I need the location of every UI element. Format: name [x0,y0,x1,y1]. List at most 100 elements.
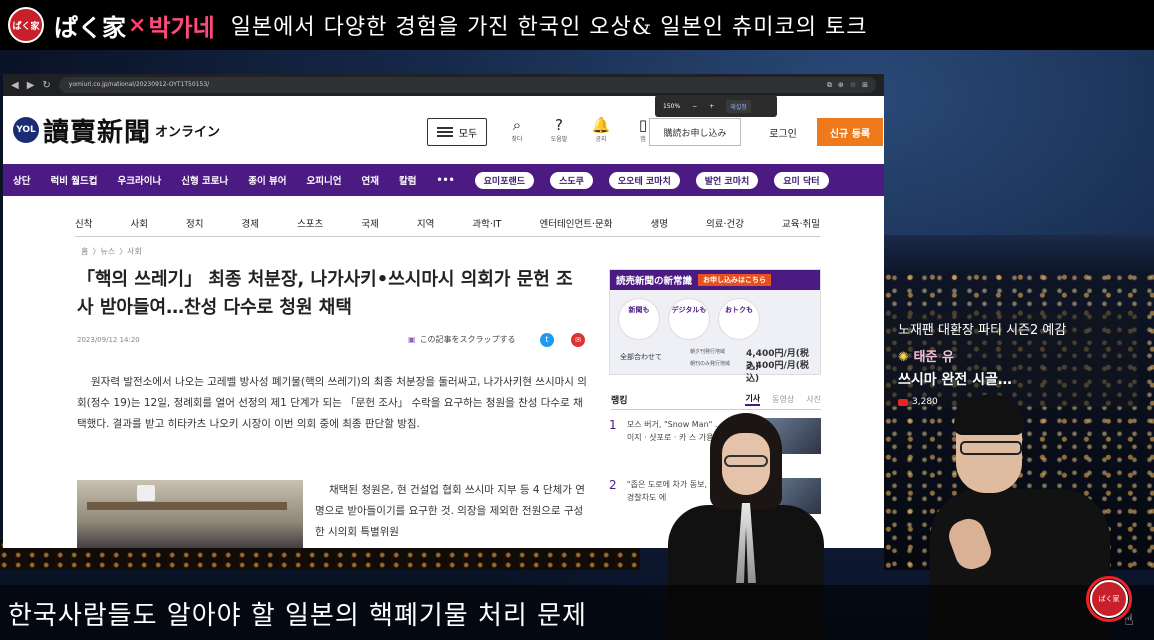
channel-logo-icon: ぱく家 [8,7,44,43]
pill-otekomachi[interactable]: 오오테 코마치 [608,171,680,189]
ad-price-2: 3,400円/月(税込) [746,361,809,384]
article-paragraph-1: 원자력 발전소에서 나오는 고레벨 방사성 폐기물(핵의 쓰레기)의 최종 처분… [77,376,587,430]
breadcrumb-home[interactable]: 홈 [81,246,88,257]
header-icon-group: ⌕ 찾다 ? 도움말 🔔 공지 ▯ 앱 [503,116,657,143]
brand-korean: 박가네 [148,13,215,42]
nav-item-rugby[interactable]: 럭비 월드컵 [50,173,97,187]
category-item[interactable]: 사회 [131,216,148,230]
pill-hatsugen-komachi[interactable]: 발언 코마치 [695,171,759,189]
nav-item-ukraine[interactable]: 우크라이나 [118,173,162,187]
breadcrumb-news[interactable]: 〉뉴스 [92,246,115,257]
search-button[interactable]: ⌕ 찾다 [503,116,531,143]
menu-label: 모두 [458,128,478,140]
nav-more-icon[interactable]: ••• [436,175,454,186]
category-item[interactable]: 국제 [361,216,378,230]
breadcrumb-society[interactable]: 〉사회 [119,246,142,257]
nav-item-opinion[interactable]: 오피니언 [307,173,342,187]
article-date: 2023/09/12 14:20 [77,336,140,344]
category-item[interactable]: 스포츠 [297,216,323,230]
ad-region-label-1: 朝夕刊発行地域 [690,349,726,355]
scrap-icon: ▣ [408,335,416,344]
category-item[interactable]: 과학·IT [472,216,501,230]
zoom-icon[interactable]: ⊕ [838,77,844,93]
zoom-level: 150% [663,102,681,110]
twitter-share-icon[interactable]: t [540,333,554,347]
forward-icon[interactable]: ▶ [27,80,35,91]
category-item[interactable]: 정치 [186,216,203,230]
hand-cursor-icon: ☝ [1124,610,1134,629]
youtube-icon [898,398,908,406]
search-icon: ⌕ [512,116,522,134]
ad-feature-newspaper: 新聞も [618,298,660,340]
promo-title: 노재팬 대환장 파티 시즌2 예감 [898,323,1067,338]
scrap-button[interactable]: ▣ この記事をスクラップする [408,334,516,345]
ad-cta-button[interactable]: お申し込みはこちら [698,274,772,286]
address-bar[interactable]: yomiuri.co.jp/national/20230912-OYT1T501… [58,77,876,93]
zoom-in-button[interactable]: + [709,103,714,110]
tab-photos[interactable]: 사진 [806,394,821,405]
mail-share-icon[interactable]: ✉ [571,333,585,347]
help-icon: ? [555,116,563,134]
subscribe-button[interactable]: 購読お申し込み [649,118,741,146]
pill-sudoku[interactable]: 스도쿠 [550,171,593,189]
all-menu-button[interactable]: 모두 [427,118,487,146]
ad-feature-digital: デジタルも [668,298,710,340]
zoom-out-button[interactable]: − [692,103,697,110]
council-meeting-photo [77,480,303,548]
video-subtitle: 한국사람들도 알아야 할 일본의 핵폐기물 처리 문제 [8,601,587,631]
hamburger-icon [436,127,453,137]
scrap-label: この記事をスクラップする [419,335,516,344]
ad-feature-savings: おトクも [718,298,760,340]
pill-yomiland[interactable]: 요미포랜드 [474,171,535,189]
extension-icon[interactable]: ⊞ [862,77,868,93]
logo-subtitle: オンライン [155,124,221,140]
promo-author: ✺ 태준 유 [898,346,1124,365]
search-label: 찾다 [511,136,523,143]
video-promo-card[interactable]: 노재팬 대환장 파티 시즌2 예감 ✺ 태준 유 쓰시마 완전 시골… 3,28… [884,311,1138,407]
notice-button[interactable]: 🔔 공지 [587,116,615,143]
nav-item-series[interactable]: 연재 [361,173,378,187]
notice-label: 공지 [595,136,607,143]
ad-region-label-2: 朝刊のみ発行地域 [690,361,731,367]
subscription-ad[interactable]: 読売新聞の新常識 お申し込みはこちら 新聞も デジタルも おトクも 全部合わせて… [609,269,821,384]
ad-title: 読売新聞の新常識 [616,276,693,287]
reload-icon[interactable]: ↻ [42,80,50,91]
category-item[interactable]: 생명 [650,216,667,230]
app-label: 앱 [640,136,646,143]
category-nav: 신착 사회 정치 경제 스포츠 국제 지역 과학·IT 엔터테인먼트·문화 생명… [75,209,820,237]
brand-separator: × [128,12,147,38]
promo-subtitle: 쓰시마 완전 시골… [898,372,1012,388]
category-item[interactable]: 경제 [242,216,259,230]
ranking-header: 랭킹 기사 동영상 사진 [611,390,821,410]
article-paragraph-2: 채택된 청원은, 현 건설업 협회 쓰시마 지부 등 4 단체가 연명으로 받아… [315,484,585,538]
login-button[interactable]: 로그인 [755,118,811,146]
nav-item-top[interactable]: 상단 [13,173,30,187]
main-nav: 상단 럭비 월드컵 우크라이나 신형 코로나 종이 뷰어 오피니언 연재 칼럼 … [3,164,884,196]
category-item[interactable]: 엔터테인먼트·문화 [540,216,613,230]
back-icon[interactable]: ◀ [11,80,19,91]
tab-videos[interactable]: 동영상 [772,394,794,405]
translate-icon[interactable]: ⧉ [827,77,832,93]
nav-item-corona[interactable]: 신형 코로나 [181,173,228,187]
breadcrumb: 홈 〉뉴스 〉사회 [81,246,142,257]
brand-japanese: ぱく家 [54,13,126,42]
help-button[interactable]: ? 도움말 [545,116,573,143]
yomiuri-logo[interactable]: 讀賣新聞 [43,112,151,149]
category-item[interactable]: 신착 [75,216,92,230]
pill-yomi-doctor[interactable]: 요미 닥터 [774,171,829,189]
zoom-reset-button[interactable]: 재설정 [726,99,751,113]
ad-header: 読売新聞の新常識 お申し込みはこちら [610,270,820,290]
category-item[interactable]: 지역 [417,216,434,230]
category-item[interactable]: 의료·건강 [706,216,744,230]
category-item[interactable]: 교육·취밀 [782,216,820,230]
browser-toolbar: ◀ ▶ ↻ yomiuri.co.jp/national/20230912-OY… [3,74,884,96]
tab-articles[interactable]: 기사 [745,393,761,406]
bookmark-icon[interactable]: ☆ [850,77,856,93]
article-headline: 「핵의 쓰레기」 최종 처분장, 나가사키•쓰시마시 의회가 문헌 조사 받아들… [77,269,573,318]
ad-all-label: 全部合わせて [620,353,662,361]
signup-button[interactable]: 신규 등록 [817,118,883,146]
nav-item-column[interactable]: 칼럼 [399,173,416,187]
yol-logo-badge[interactable]: YOL [13,117,39,143]
help-label: 도움말 [550,136,568,143]
nav-item-paper-viewer[interactable]: 종이 뷰어 [248,173,286,187]
